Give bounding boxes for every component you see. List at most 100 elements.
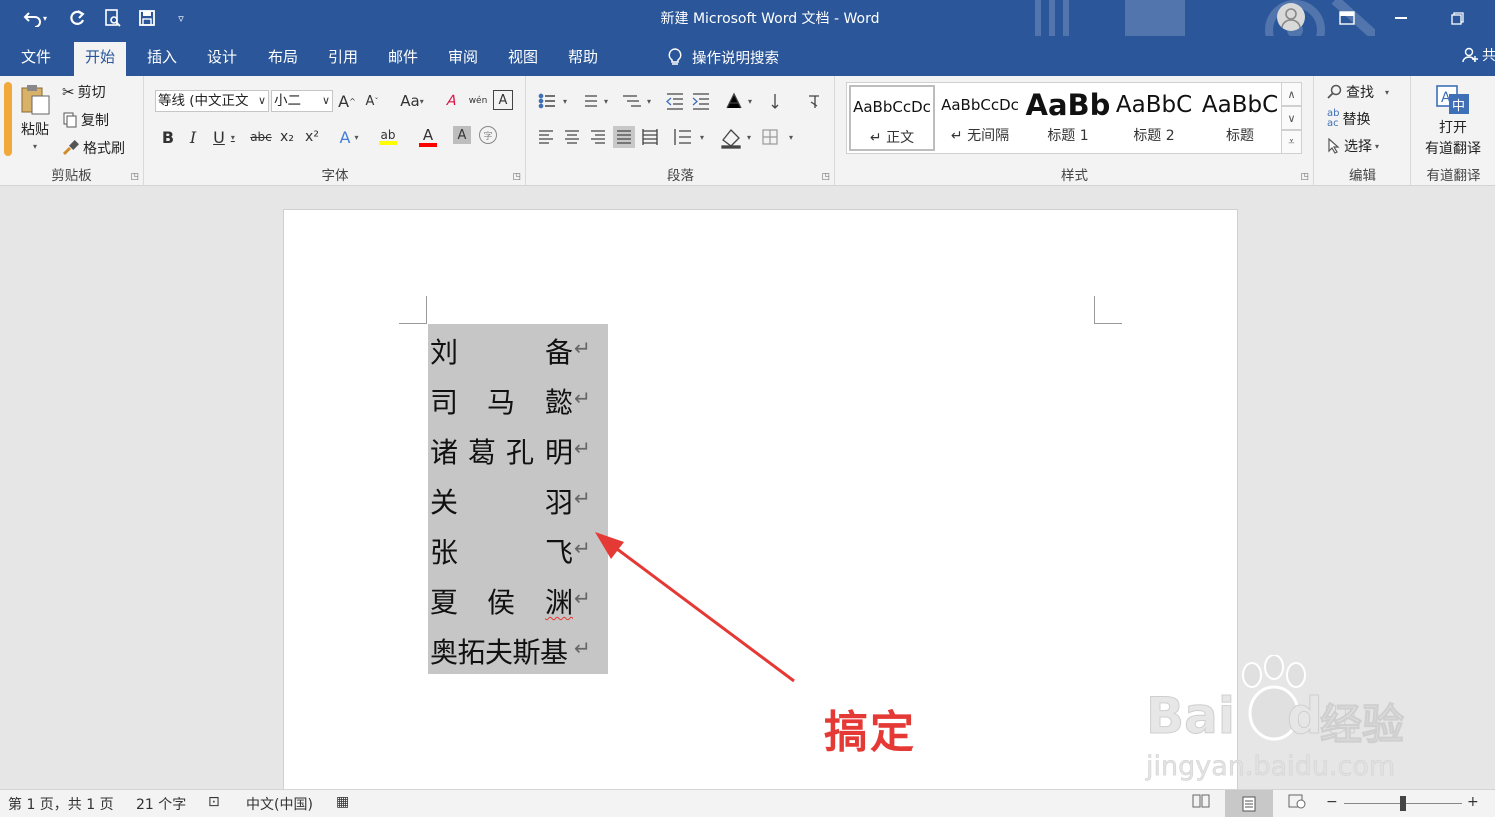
text-effects-button[interactable]: A ▾ <box>332 126 366 148</box>
font-launcher-icon[interactable]: ◳ <box>512 172 521 182</box>
italic-button[interactable]: I <box>182 126 204 148</box>
select-button[interactable]: 选择 ▾ <box>1327 136 1379 156</box>
highlight-button[interactable]: ab <box>370 126 406 148</box>
print-layout-button[interactable] <box>1225 790 1273 817</box>
replace-button[interactable]: ab ac 替换 <box>1327 109 1370 129</box>
format-painter-button[interactable]: 格式刷 <box>62 138 125 158</box>
document-area[interactable]: 刘 备 ↵ 司 马 懿 ↵ 诸 葛 孔 明 ↵ 关 羽 ↵ 张 飞 ↵ 夏 侯 … <box>0 187 1495 789</box>
name-line-7[interactable]: 奥拓夫斯基 ↵ <box>428 624 608 674</box>
restore-button[interactable] <box>1434 0 1480 36</box>
subscript-button[interactable]: x₂ <box>276 126 298 148</box>
bullets-button[interactable]: ▾ <box>533 90 573 112</box>
tab-layout[interactable]: 布局 <box>257 42 309 76</box>
tab-review[interactable]: 审阅 <box>437 42 489 76</box>
paste-button[interactable]: 粘贴 ▾ <box>16 82 54 162</box>
grow-font-button[interactable]: A ^ <box>336 90 358 112</box>
styles-launcher-icon[interactable]: ◳ <box>1300 172 1309 182</box>
character-border-button[interactable]: A <box>493 90 513 110</box>
track-changes-icon[interactable]: ⊡ <box>208 794 220 810</box>
sort-button[interactable] <box>765 90 787 112</box>
phonetic-guide-button[interactable]: wén <box>467 90 489 112</box>
find-button[interactable]: 查找 ▾ <box>1327 82 1389 102</box>
tab-design[interactable]: 设计 <box>196 42 248 76</box>
name-line-4[interactable]: 关 羽 ↵ <box>428 474 608 524</box>
superscript-button[interactable]: x² <box>301 126 323 148</box>
font-color-button[interactable]: A <box>411 126 445 148</box>
name-line-2[interactable]: 司 马 懿 ↵ <box>428 374 608 424</box>
copy-button[interactable]: 复制 <box>62 110 109 130</box>
show-marks-button[interactable] <box>803 90 825 112</box>
tab-home[interactable]: 开始 <box>74 42 127 76</box>
text-char: 飞 <box>545 536 574 569</box>
share-button[interactable]: 共 <box>1462 45 1495 65</box>
character-shading-button[interactable]: A <box>453 126 471 144</box>
borders-button[interactable]: ▾ <box>759 126 795 148</box>
read-mode-button[interactable] <box>1192 793 1210 813</box>
text-char: 奥拓夫斯基 <box>430 636 568 669</box>
gallery-up-button[interactable]: ∧ <box>1282 82 1302 106</box>
chinese-layout-button[interactable]: ▾ <box>723 90 755 112</box>
clear-formatting-button[interactable]: A <box>441 90 463 112</box>
tab-help[interactable]: 帮助 <box>557 42 609 76</box>
bold-button[interactable]: B <box>157 126 179 148</box>
user-avatar[interactable] <box>1277 3 1305 31</box>
tab-insert[interactable]: 插入 <box>136 42 188 76</box>
font-name-combo[interactable]: 等线 (中文正文 ∨ <box>155 90 269 112</box>
clipboard-launcher-icon[interactable]: ◳ <box>130 172 139 182</box>
paragraph-group-label: 段落 <box>667 168 694 184</box>
word-count[interactable]: 21 个字 <box>136 794 186 814</box>
zoom-in-button[interactable]: + <box>1467 794 1479 810</box>
style-heading-1[interactable]: AaBb 标题 1 <box>1025 85 1111 151</box>
name-line-5[interactable]: 张 飞 ↵ <box>428 524 608 574</box>
enclose-characters-button[interactable]: 字 <box>479 126 497 144</box>
restore-icon <box>1450 11 1464 25</box>
open-youdao-translate-button[interactable]: A中 打开 有道翻译 <box>1418 84 1488 158</box>
gallery-more-button[interactable]: ⩡ <box>1282 130 1302 154</box>
change-case-button[interactable]: Aa ▾ <box>395 90 429 112</box>
style-no-spacing[interactable]: AaBbCcDc ↵ 无间隔 <box>937 85 1023 151</box>
distributed-button[interactable] <box>639 126 661 148</box>
style-normal[interactable]: AaBbCcDc ↵ 正文 <box>849 85 935 151</box>
underline-button[interactable]: U ▾ <box>207 126 241 148</box>
web-layout-button[interactable] <box>1288 793 1306 813</box>
align-center-button[interactable] <box>561 126 583 148</box>
strikethrough-button[interactable]: abc <box>248 126 274 148</box>
enclose-characters-icon: 字 <box>483 131 493 142</box>
page-count[interactable]: 第 1 页，共 1 页 <box>8 794 114 814</box>
selected-text-block[interactable]: 刘 备 ↵ 司 马 懿 ↵ 诸 葛 孔 明 ↵ 关 羽 ↵ 张 飞 ↵ 夏 侯 … <box>428 324 608 674</box>
character-border-icon: A <box>498 92 508 108</box>
numbering-button[interactable]: ▾ <box>575 90 611 112</box>
tell-me-search[interactable]: 操作说明搜索 <box>668 46 779 68</box>
gallery-down-button[interactable]: ∨ <box>1282 106 1302 130</box>
shrink-font-button[interactable]: Aˇ <box>361 90 383 112</box>
justify-button[interactable] <box>613 126 635 148</box>
align-right-button[interactable] <box>587 126 609 148</box>
line-spacing-button[interactable]: ▾ <box>671 126 707 148</box>
zoom-out-button[interactable]: − <box>1326 794 1338 810</box>
baidu-jingyan-watermark: Bai du 经验 jingyan.baidu.com <box>1146 655 1446 785</box>
zoom-slider-thumb[interactable] <box>1400 796 1406 811</box>
style-title[interactable]: AaBbC 标题 <box>1197 85 1283 151</box>
multilevel-list-button[interactable]: ▾ <box>617 90 653 112</box>
font-size-combo[interactable]: 小二 ∨ <box>271 90 333 112</box>
name-line-1[interactable]: 刘 备 ↵ <box>428 324 608 374</box>
shading-button[interactable]: ▾ <box>717 126 753 148</box>
tab-view[interactable]: 视图 <box>497 42 549 76</box>
tab-mailings[interactable]: 邮件 <box>377 42 429 76</box>
align-left-button[interactable] <box>535 126 557 148</box>
minimize-button[interactable] <box>1378 0 1424 36</box>
tab-file[interactable]: 文件 <box>10 42 62 76</box>
tab-references[interactable]: 引用 <box>317 42 369 76</box>
styles-gallery-scroll: ∧ ∨ ⩡ <box>1282 82 1302 154</box>
name-line-3[interactable]: 诸 葛 孔 明 ↵ <box>428 424 608 474</box>
language-indicator[interactable]: 中文(中国) <box>246 794 313 814</box>
style-heading-2[interactable]: AaBbC 标题 2 <box>1111 85 1197 151</box>
paragraph-launcher-icon[interactable]: ◳ <box>821 172 830 182</box>
name-line-6[interactable]: 夏 侯 渊 ↵ <box>428 574 608 624</box>
ribbon-display-options-button[interactable] <box>1324 0 1370 36</box>
increase-indent-button[interactable] <box>691 90 713 112</box>
cut-button[interactable]: ✂ 剪切 <box>62 82 106 102</box>
macro-record-icon[interactable]: ▦ <box>336 794 349 810</box>
document-page[interactable]: 刘 备 ↵ 司 马 懿 ↵ 诸 葛 孔 明 ↵ 关 羽 ↵ 张 飞 ↵ 夏 侯 … <box>283 209 1238 789</box>
decrease-indent-button[interactable] <box>665 90 687 112</box>
